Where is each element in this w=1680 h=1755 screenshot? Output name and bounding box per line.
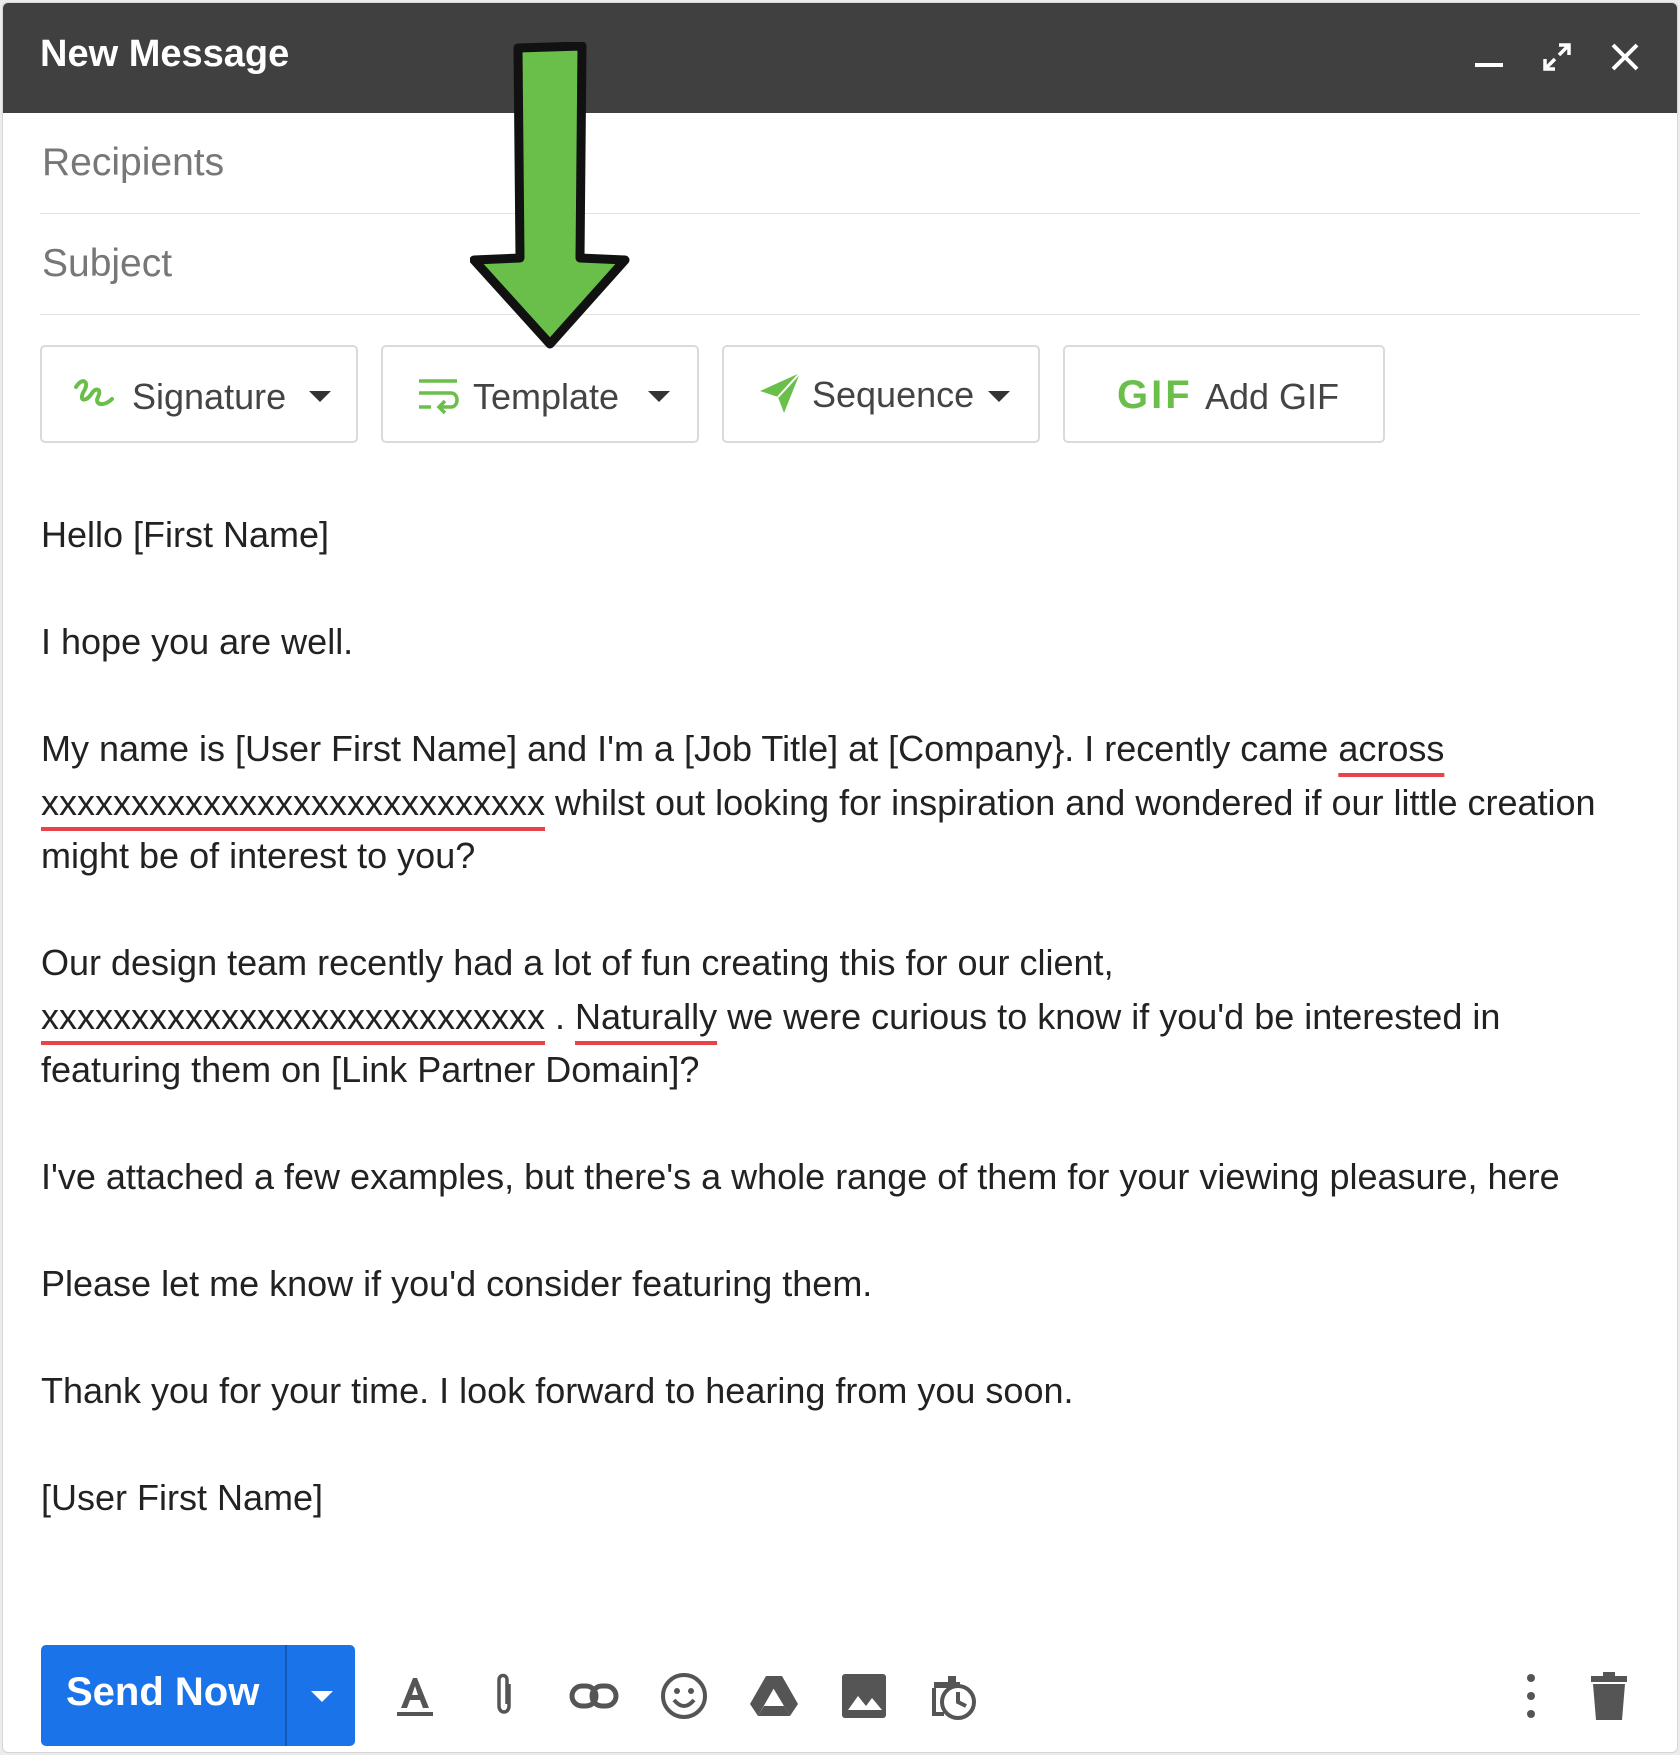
signature-icon — [72, 373, 116, 422]
misspelled-word[interactable]: across — [1338, 728, 1444, 769]
template-button[interactable]: Template — [381, 345, 699, 443]
template-label: Template — [473, 376, 620, 417]
chevron-down-icon — [648, 391, 670, 402]
schedule-icon[interactable] — [926, 1668, 982, 1724]
chevron-down-icon — [988, 391, 1010, 402]
send-divider — [285, 1645, 287, 1746]
text-run: . — [545, 995, 576, 1037]
send-plane-icon — [758, 371, 802, 420]
misspelled-word[interactable]: xxxxxxxxxxxxxxxxxxxxxxxxxxxx — [41, 782, 545, 823]
misspelled-word[interactable]: Naturally — [575, 996, 717, 1037]
text-run: My name is [User First Name] and I'm a [… — [41, 728, 1339, 769]
delete-icon[interactable] — [1581, 1668, 1637, 1724]
more-options-icon[interactable] — [1503, 1668, 1559, 1724]
recipients-placeholder: Recipients — [42, 141, 225, 184]
subject-placeholder: Subject — [42, 242, 173, 285]
body-line-1: I hope you are well. — [41, 621, 354, 662]
subject-field[interactable]: Subject — [40, 214, 1640, 315]
send-options-dropdown[interactable] — [311, 1691, 333, 1702]
image-icon[interactable] — [836, 1668, 892, 1724]
attach-icon[interactable] — [477, 1668, 533, 1724]
emoji-icon[interactable] — [656, 1668, 712, 1724]
greeting-line: Hello [First Name] — [41, 514, 330, 555]
drive-icon[interactable] — [746, 1668, 802, 1724]
sequence-button[interactable]: Sequence — [722, 345, 1040, 443]
sequence-label: Sequence — [812, 374, 975, 415]
green-down-arrow — [470, 42, 630, 349]
body-paragraph-2: My name is [User First Name] and I'm a [… — [41, 722, 1601, 883]
title-bar: New Message — [3, 3, 1677, 113]
text-run: Our design team recently had a lot of fu… — [41, 942, 1114, 983]
gif-icon: GIF — [1117, 373, 1193, 417]
add-gif-label: Add GIF — [1205, 376, 1340, 417]
link-icon[interactable] — [566, 1668, 622, 1724]
chevron-down-icon — [309, 391, 331, 402]
recipients-field[interactable]: Recipients — [40, 113, 1640, 214]
signature-button[interactable]: Signature — [40, 345, 358, 443]
body-paragraph-6: Thank you for your time. I look forward … — [41, 1370, 1074, 1411]
misspelled-word[interactable]: xxxxxxxxxxxxxxxxxxxxxxxxxxxx — [41, 996, 545, 1037]
signature-label: Signature — [132, 376, 287, 417]
format-text-icon[interactable] — [387, 1668, 443, 1724]
message-body[interactable]: Hello [First Name] I hope you are well. … — [41, 508, 1601, 1578]
window-title: New Message — [40, 33, 290, 75]
close-icon[interactable] — [1603, 35, 1647, 79]
body-paragraph-3: Our design team recently had a lot of fu… — [41, 936, 1601, 1097]
signature-line: [User First Name] — [41, 1477, 324, 1518]
body-paragraph-5: Please let me know if you'd consider fea… — [41, 1263, 873, 1304]
minimize-icon[interactable] — [1467, 35, 1511, 79]
template-icon — [417, 373, 461, 422]
body-paragraph-4: I've attached a few examples, but there'… — [41, 1156, 1560, 1197]
compose-window: New Message Recipients Subject Signature — [2, 2, 1678, 1753]
send-now-button[interactable]: Send Now — [41, 1645, 355, 1746]
send-now-label: Send Now — [66, 1670, 260, 1714]
expand-icon[interactable] — [1535, 35, 1579, 79]
add-gif-button[interactable]: GIF Add GIF — [1063, 345, 1385, 443]
